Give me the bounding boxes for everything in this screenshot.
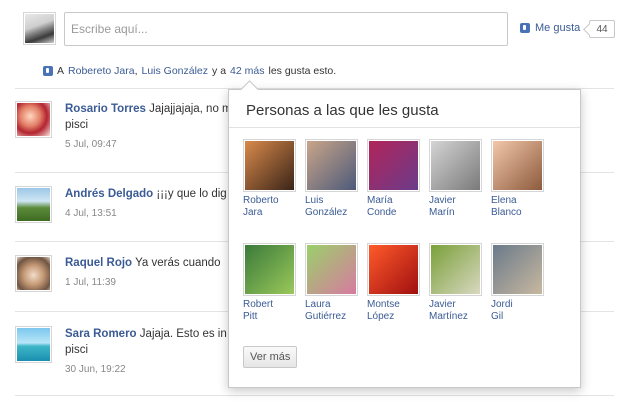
liker-item[interactable]: Laura Gutiérrez: [305, 243, 361, 323]
comment-avatar[interactable]: [15, 255, 52, 292]
liker-name[interactable]: Roberto Jara: [243, 195, 299, 219]
liker-link-robereto-jara[interactable]: Robereto Jara: [68, 65, 135, 77]
popup-title: Personas a las que les gusta: [246, 102, 439, 119]
comment-avatar[interactable]: [15, 101, 52, 138]
comment-avatar[interactable]: [15, 326, 52, 363]
liker-photo[interactable]: [367, 139, 420, 192]
liker-photo[interactable]: [243, 139, 296, 192]
liker-item[interactable]: Elena Blanco: [491, 139, 547, 219]
liker-item[interactable]: Javier Martínez: [429, 243, 485, 323]
liker-name[interactable]: Luis González: [305, 195, 361, 219]
ver-mas-button[interactable]: Ver más: [243, 346, 298, 368]
likers-popup: Personas a las que les gusta Roberto Jar…: [228, 89, 581, 388]
liker-name[interactable]: Elena Blanco: [491, 195, 547, 219]
thumbs-up-icon: [43, 66, 53, 76]
liker-name[interactable]: Javier Martínez: [429, 299, 485, 323]
current-user-avatar: [23, 12, 56, 45]
comment-author[interactable]: Rosario Torres: [65, 103, 146, 115]
liker-item[interactable]: Luis González: [305, 139, 361, 219]
liker-photo[interactable]: [305, 243, 358, 296]
comment-text: Jajaja. Esto es in: [139, 328, 227, 340]
comment-input[interactable]: [64, 12, 508, 46]
comment-text-wrap: pisci: [65, 344, 89, 356]
comment-author[interactable]: Raquel Rojo: [65, 257, 132, 269]
thumbs-up-icon: [520, 23, 530, 33]
liker-photo[interactable]: [491, 139, 544, 192]
comment-text: Jajajjajaja, no m: [149, 103, 232, 115]
liker-photo[interactable]: [429, 243, 482, 296]
liker-photo[interactable]: [243, 243, 296, 296]
liker-link-luis-gonzalez[interactable]: Luis González: [141, 65, 208, 77]
liker-name[interactable]: Jordi Gil: [491, 299, 547, 323]
likes-summary-suffix: les gusta esto.: [268, 65, 337, 77]
liker-item[interactable]: Robert Pitt: [243, 243, 299, 323]
divider: [15, 395, 614, 396]
comment-text-wrap: pisci: [65, 119, 89, 131]
liker-item[interactable]: Montse López: [367, 243, 423, 323]
like-button[interactable]: Me gusta: [520, 22, 580, 34]
liker-item[interactable]: Roberto Jara: [243, 139, 299, 219]
likes-summary-prefix: A: [57, 65, 65, 77]
comment-text: ¡¡¡y que lo dig: [156, 188, 227, 200]
liker-item[interactable]: Javier Marín: [429, 139, 485, 219]
popup-divider: [229, 127, 580, 128]
liker-name[interactable]: María Conde: [367, 195, 423, 219]
liker-name[interactable]: Robert Pitt: [243, 299, 299, 323]
liker-photo[interactable]: [367, 243, 420, 296]
liker-name[interactable]: Laura Gutiérrez: [305, 299, 361, 323]
more-likers-link[interactable]: 42 más: [230, 65, 264, 77]
liker-item[interactable]: Jordi Gil: [491, 243, 547, 323]
liker-photo[interactable]: [491, 243, 544, 296]
likes-summary: A Robereto Jara, Luis González y a 42 má…: [43, 65, 336, 77]
comment-avatar[interactable]: [15, 186, 52, 223]
comment-text: Ya verás cuando: [135, 257, 221, 269]
comment-author[interactable]: Andrés Delgado: [65, 188, 153, 200]
liker-name[interactable]: Montse López: [367, 299, 423, 323]
like-label: Me gusta: [535, 22, 581, 34]
like-count-badge: 44: [589, 20, 615, 38]
likes-summary-separator: ,: [134, 65, 138, 77]
liker-name[interactable]: Javier Marín: [429, 195, 485, 219]
liker-item[interactable]: María Conde: [367, 139, 423, 219]
comment-author[interactable]: Sara Romero: [65, 328, 137, 340]
liker-photo[interactable]: [429, 139, 482, 192]
likes-summary-and: y a: [212, 65, 227, 77]
liker-photo[interactable]: [305, 139, 358, 192]
